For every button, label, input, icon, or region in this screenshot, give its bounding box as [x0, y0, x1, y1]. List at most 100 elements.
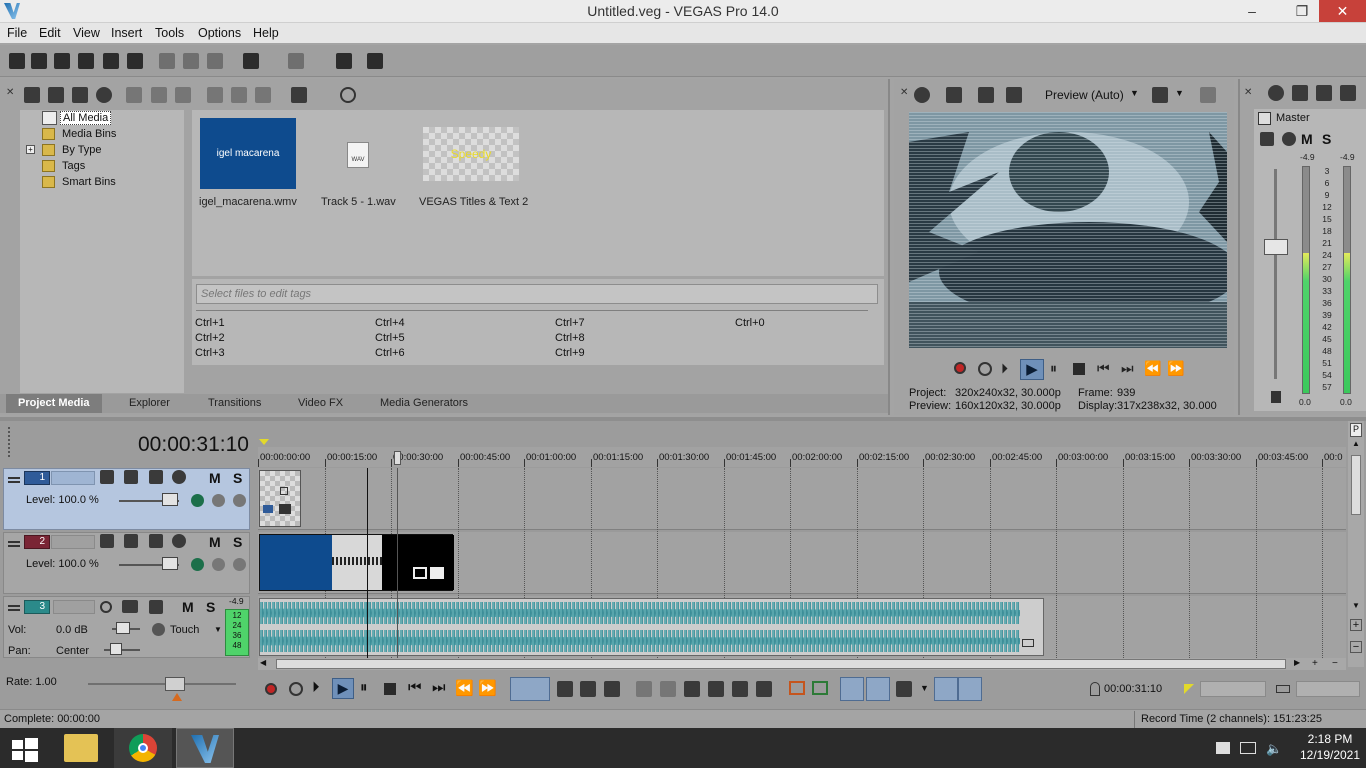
tag-shortcut[interactable]: Ctrl+7 — [555, 317, 585, 329]
track-motion-icon[interactable] — [100, 534, 114, 548]
media-fx-icon[interactable] — [151, 87, 167, 103]
tab-media-generators[interactable]: Media Generators — [380, 397, 468, 409]
pause-icon[interactable]: ⏸ — [1050, 360, 1057, 377]
selection-end-field[interactable] — [1296, 681, 1360, 697]
video-fx-icon[interactable] — [191, 558, 204, 571]
tag-shortcut[interactable]: Ctrl+2 — [195, 332, 225, 344]
tab-video-fx[interactable]: Video FX — [298, 397, 343, 409]
scroll-left-icon[interactable]: ◀ — [260, 658, 266, 667]
render-as-icon[interactable] — [103, 53, 119, 69]
stop-preview-icon[interactable] — [231, 87, 247, 103]
parent-composite-icon[interactable] — [149, 470, 163, 484]
network-icon[interactable] — [1240, 742, 1256, 754]
event-pan-crop-icon[interactable] — [413, 567, 427, 579]
volume-slider[interactable] — [116, 622, 130, 634]
chevron-down-icon[interactable]: ▼ — [214, 625, 222, 634]
auto-preview-icon[interactable] — [255, 87, 271, 103]
preview-quality-dropdown[interactable]: Preview (Auto) — [1045, 88, 1124, 102]
stop-icon[interactable] — [1073, 363, 1085, 375]
make-compositing-child-icon[interactable] — [212, 558, 225, 571]
selection-edit-tool-icon[interactable] — [580, 681, 596, 697]
tab-transitions[interactable]: Transitions — [208, 397, 261, 409]
tree-item-media-bins[interactable]: Media Bins — [62, 128, 116, 140]
delete-icon[interactable] — [636, 681, 652, 697]
normal-edit-tool-button[interactable] — [510, 677, 550, 701]
volume-icon[interactable]: 🔈 — [1266, 741, 1282, 757]
loop-region-marker[interactable] — [259, 439, 269, 445]
scroll-right-icon[interactable]: ▶ — [1294, 658, 1300, 667]
chevron-down-icon[interactable]: ▼ — [1130, 88, 1139, 98]
master-mute-button[interactable]: M — [1301, 131, 1313, 147]
trim-start-icon[interactable] — [684, 681, 700, 697]
tree-item-smart-bins[interactable]: Smart Bins — [62, 176, 116, 188]
mixer-icon[interactable] — [1340, 85, 1356, 101]
tags-input[interactable]: Select files to edit tags — [196, 284, 878, 304]
import-media-icon[interactable] — [24, 87, 40, 103]
next-frame-icon[interactable]: ⏩ — [478, 679, 497, 697]
track-header-2[interactable]: 2 M S Level: 100.0 % — [3, 532, 250, 594]
next-frame-icon[interactable]: ⏩ — [1167, 360, 1184, 377]
pan-icon[interactable] — [149, 600, 163, 614]
loop-playback-icon[interactable] — [289, 682, 303, 696]
close-panel-icon[interactable]: ✕ — [1244, 87, 1252, 98]
envelope-edit-tool-icon[interactable] — [557, 681, 573, 697]
solo-button[interactable]: S — [233, 470, 242, 486]
video-fx-icon[interactable] — [191, 494, 204, 507]
tag-shortcut[interactable]: Ctrl+3 — [195, 347, 225, 359]
undo-icon[interactable] — [243, 53, 259, 69]
copy-snapshot-icon[interactable] — [1200, 87, 1216, 103]
go-to-end-icon[interactable]: ⏭ — [432, 679, 446, 696]
play-icon[interactable]: ▶ — [1020, 359, 1044, 380]
scroll-up-icon[interactable]: ▲ — [1350, 439, 1362, 451]
paste-icon[interactable] — [207, 53, 223, 69]
tag-shortcut[interactable]: Ctrl+8 — [555, 332, 585, 344]
previous-frame-icon[interactable]: ⏪ — [1144, 360, 1161, 377]
master-volume-fader[interactable] — [1264, 239, 1288, 255]
vertical-scrollbar[interactable]: P ▲ ▼ + − — [1348, 421, 1364, 667]
track-motion-icon[interactable] — [100, 470, 114, 484]
save-as-icon[interactable] — [78, 53, 94, 69]
scroll-menu-icon[interactable]: P — [1350, 423, 1362, 437]
clock-date[interactable]: 12/19/2021 — [1294, 748, 1366, 762]
event-fx-icon[interactable] — [430, 567, 444, 579]
copy-icon[interactable] — [183, 53, 199, 69]
rate-slider[interactable] — [165, 677, 185, 691]
action-center-flag-icon[interactable] — [1216, 742, 1230, 754]
tag-shortcut[interactable]: Ctrl+9 — [555, 347, 585, 359]
search-icon[interactable] — [340, 87, 356, 103]
menu-file[interactable]: File — [7, 26, 27, 40]
playhead-handle[interactable] — [394, 451, 401, 465]
enable-snapping-button[interactable] — [840, 677, 864, 701]
pause-icon[interactable]: ⏸ — [360, 679, 368, 696]
remove-media-icon[interactable] — [126, 87, 142, 103]
zoom-in-icon[interactable]: + — [1350, 619, 1362, 631]
save-icon[interactable] — [54, 53, 70, 69]
chevron-down-icon[interactable]: ▼ — [920, 683, 929, 693]
mute-button[interactable]: M — [182, 599, 194, 615]
compositing-mode-icon[interactable] — [124, 470, 138, 484]
menu-options[interactable]: Options — [198, 26, 241, 40]
file-explorer-icon[interactable] — [64, 734, 98, 762]
zoom-in-icon[interactable]: + — [1312, 658, 1318, 669]
zoom-edit-tool-icon[interactable] — [604, 681, 620, 697]
open-icon[interactable] — [31, 53, 47, 69]
menu-insert[interactable]: Insert — [111, 26, 142, 40]
video-event[interactable] — [259, 534, 454, 591]
capture-video-icon[interactable] — [48, 87, 64, 103]
get-media-from-web-icon[interactable] — [96, 87, 112, 103]
windows-start-icon[interactable] — [12, 738, 38, 762]
taskbar-vegas-button[interactable] — [176, 728, 234, 768]
tag-shortcut[interactable]: Ctrl+4 — [375, 317, 405, 329]
properties-gear-icon[interactable] — [127, 53, 143, 69]
menu-edit[interactable]: Edit — [39, 26, 61, 40]
play-icon[interactable]: ▶ — [332, 678, 354, 699]
tab-explorer[interactable]: Explorer — [129, 397, 170, 409]
automation-mode[interactable]: Touch — [170, 624, 199, 636]
enable-snapping-icon[interactable] — [336, 53, 352, 69]
stop-icon[interactable] — [384, 683, 396, 695]
split-icon[interactable] — [732, 681, 748, 697]
track-name-field[interactable] — [51, 471, 95, 485]
mute-button[interactable]: M — [209, 470, 221, 486]
titles-text-event[interactable] — [259, 470, 301, 527]
track-header-1[interactable]: 1 M S Level: 100.0 % — [3, 468, 250, 530]
